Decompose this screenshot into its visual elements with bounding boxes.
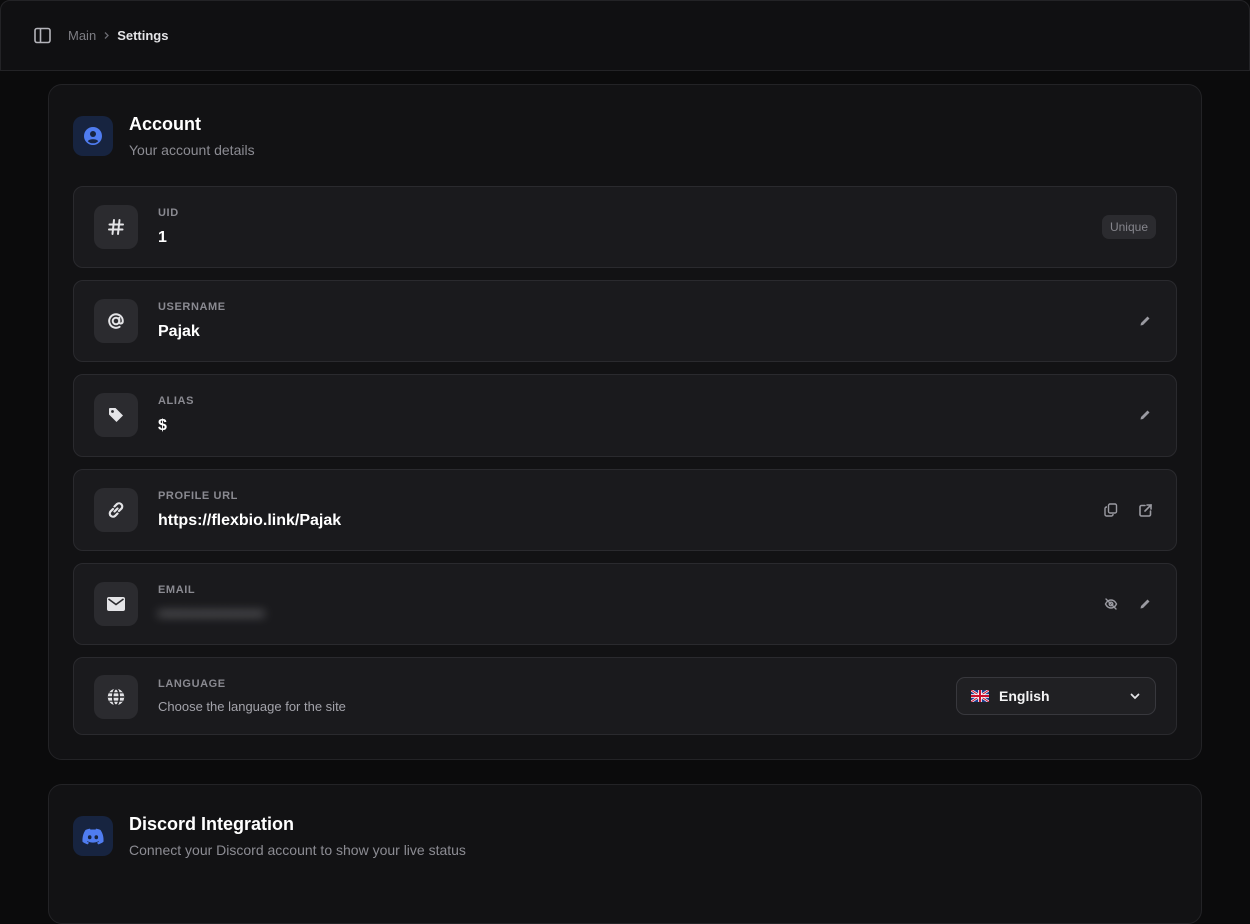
edit-email-pencil-icon[interactable]: [1134, 593, 1156, 615]
top-bar: Main Settings: [0, 0, 1250, 71]
hash-icon: [94, 205, 138, 249]
alias-row: ALIAS $: [73, 374, 1177, 457]
globe-icon: [94, 675, 138, 719]
external-link-icon[interactable]: [1134, 499, 1156, 521]
discord-title: Discord Integration: [129, 814, 295, 834]
email-row: EMAIL •••••••••••••••••••: [73, 563, 1177, 645]
discord-subtitle: Connect your Discord account to show you…: [129, 842, 466, 858]
edit-alias-pencil-icon[interactable]: [1134, 404, 1156, 426]
profile-url-value: https://flexbio.link/Pajak: [158, 512, 342, 529]
discord-icon: [73, 816, 113, 856]
language-row: LANGUAGE Choose the language for the sit…: [73, 657, 1177, 735]
breadcrumb-main-link[interactable]: Main: [68, 28, 96, 43]
discord-header: Discord Integration Connect your Discord…: [73, 814, 466, 858]
breadcrumb-current: Settings: [117, 28, 169, 43]
account-subtitle: Your account details: [129, 142, 255, 158]
profile-url-label: PROFILE URL: [158, 490, 238, 502]
chevron-right-icon: [102, 31, 111, 40]
unique-badge: Unique: [1101, 215, 1156, 239]
username-row: USERNAME Pajak: [73, 280, 1177, 362]
email-value-hidden: •••••••••••••••••••: [158, 606, 265, 623]
tag-icon: [94, 393, 138, 437]
breadcrumb: Main Settings: [68, 28, 168, 43]
discord-integration-card: Discord Integration Connect your Discord…: [48, 784, 1202, 924]
uid-value: 1: [158, 229, 167, 246]
eye-off-icon[interactable]: [1100, 593, 1122, 615]
language-description: Choose the language for the site: [158, 699, 346, 714]
at-sign-icon: [94, 299, 138, 343]
language-selected-value: English: [999, 688, 1050, 704]
copy-icon[interactable]: [1100, 499, 1122, 521]
uk-flag-icon: [971, 690, 989, 702]
language-select[interactable]: English: [956, 677, 1156, 715]
mail-icon: [94, 582, 138, 626]
account-card: Account Your account details UID 1 Uniqu…: [48, 84, 1202, 760]
account-header: Account Your account details: [73, 114, 255, 158]
profile-url-row: PROFILE URL https://flexbio.link/Pajak: [73, 469, 1177, 551]
chevron-down-icon: [1129, 690, 1141, 702]
link-icon: [94, 488, 138, 532]
account-title: Account: [129, 114, 201, 134]
language-label: LANGUAGE: [158, 678, 226, 690]
uid-row: UID 1 Unique: [73, 186, 1177, 268]
sidebar-toggle-icon[interactable]: [33, 27, 51, 45]
uid-label: UID: [158, 207, 179, 219]
alias-label: ALIAS: [158, 395, 194, 407]
user-circle-icon: [73, 116, 113, 156]
username-label: USERNAME: [158, 301, 226, 313]
alias-value: $: [158, 417, 167, 434]
email-label: EMAIL: [158, 584, 196, 596]
username-value: Pajak: [158, 323, 200, 340]
edit-username-pencil-icon[interactable]: [1134, 310, 1156, 332]
